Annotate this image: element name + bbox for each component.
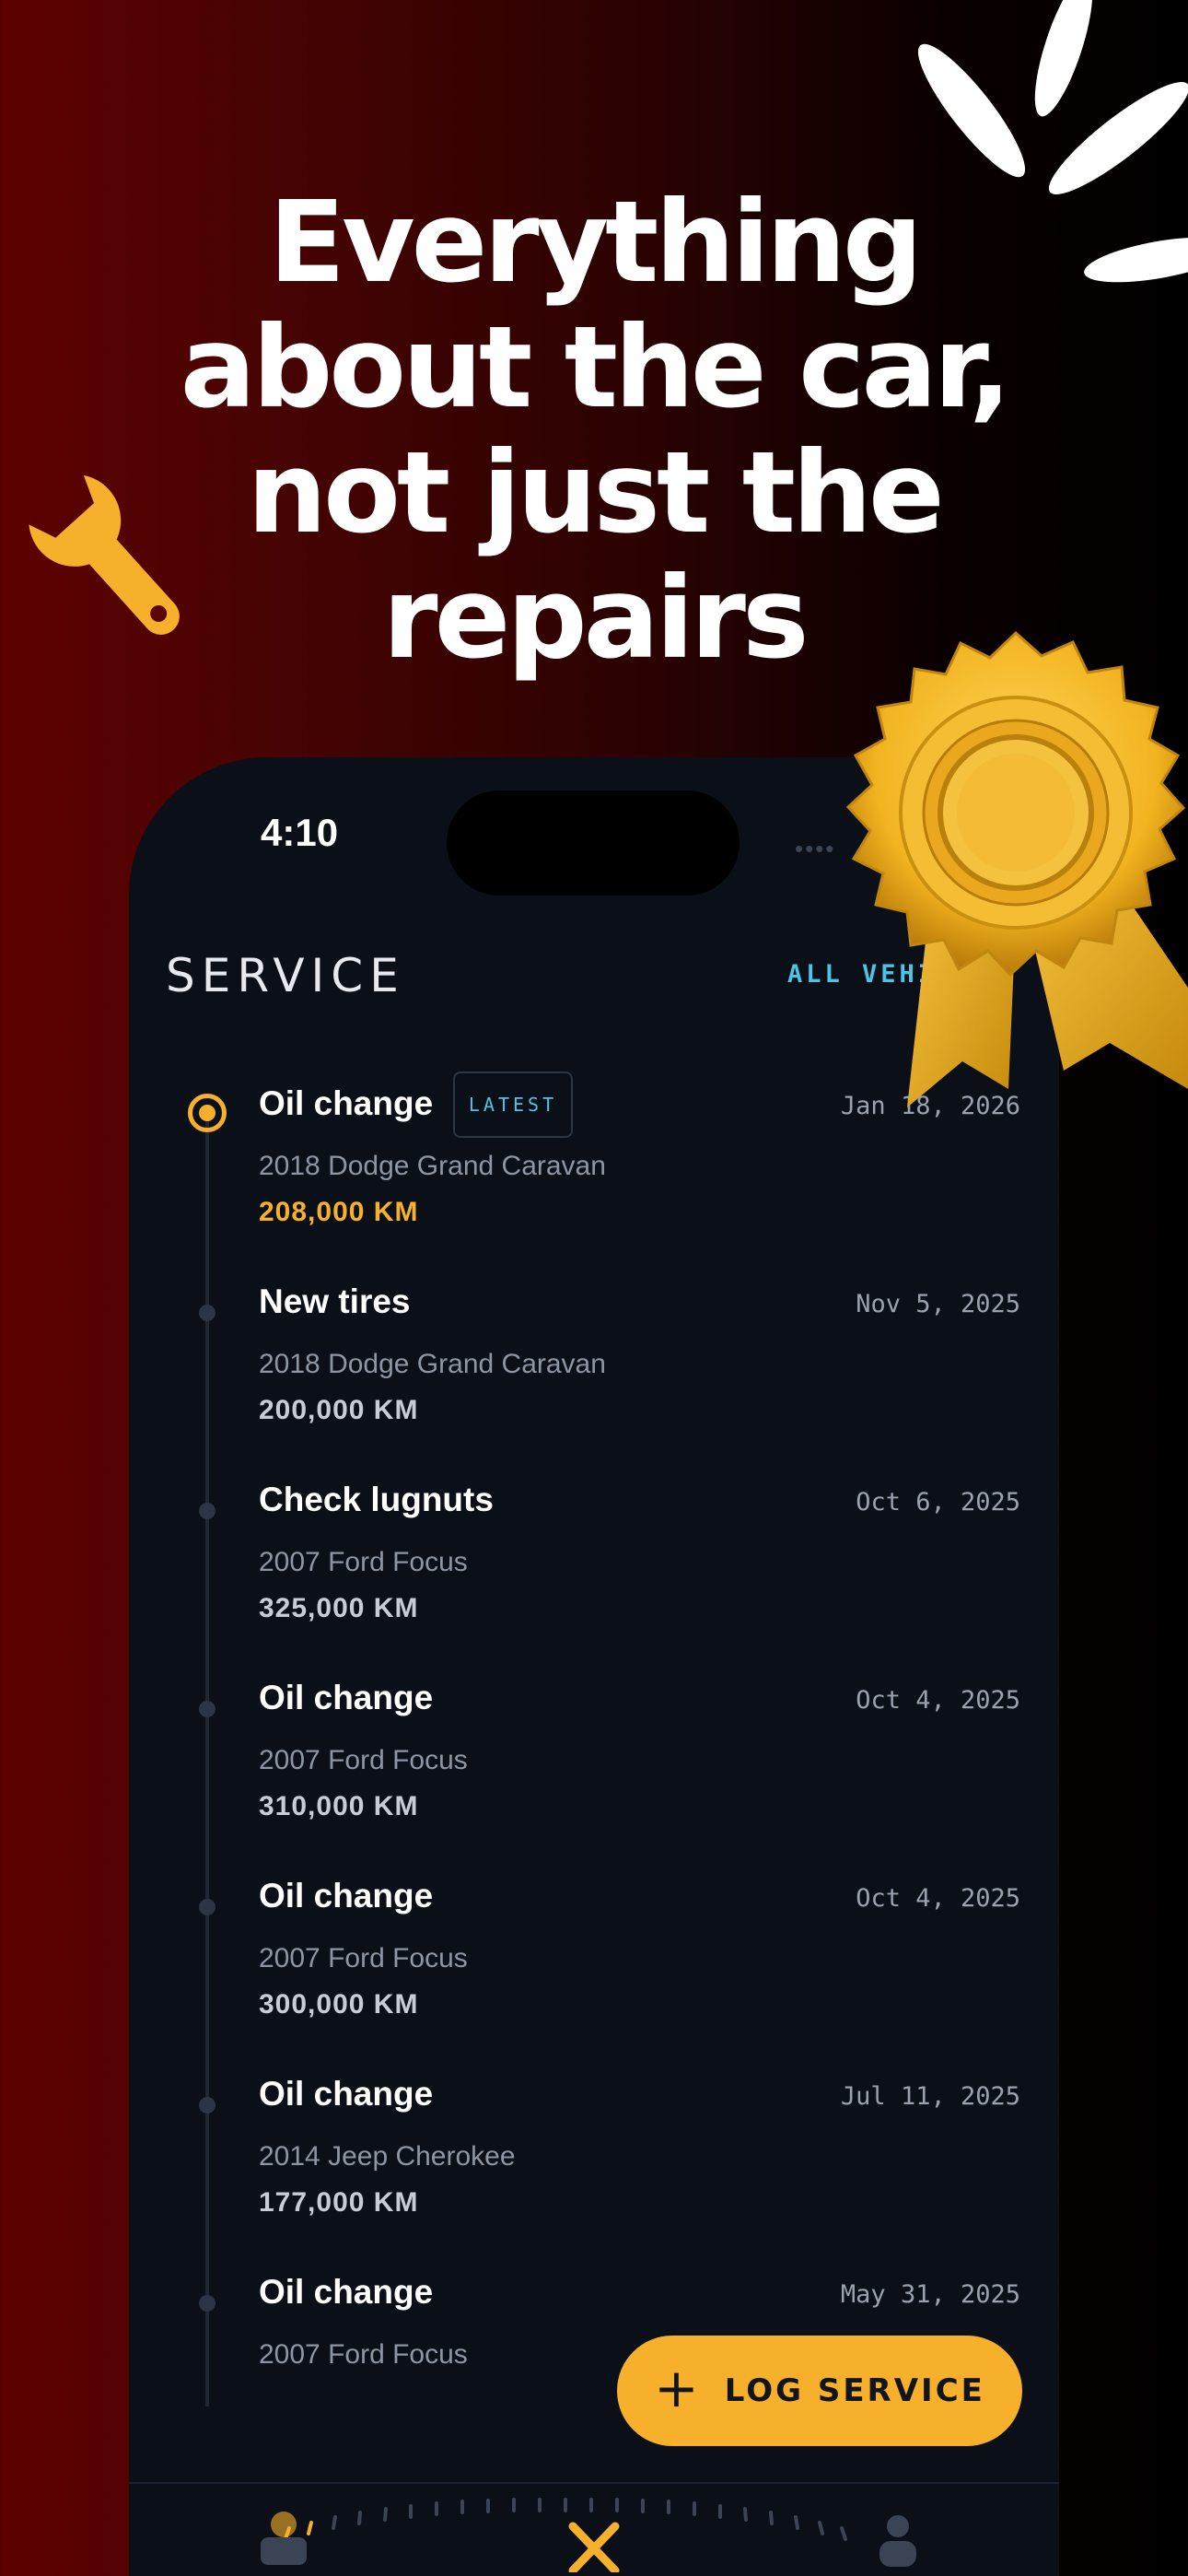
entry-title: Oil change	[259, 2273, 434, 2311]
log-service-button[interactable]: + LOG SERVICE	[617, 2336, 1022, 2446]
entry-date: Oct 6, 2025	[856, 1488, 1020, 1516]
entry-date: Nov 5, 2025	[856, 1290, 1020, 1318]
entry-date: May 31, 2025	[840, 2280, 1020, 2309]
entry-title: Oil change	[259, 1679, 434, 1716]
entry-vehicle: 2007 Ford Focus	[259, 2339, 468, 2370]
entry-vehicle: 2014 Jeep Cherokee	[259, 2141, 516, 2172]
page-title: SERVICE	[166, 949, 405, 1002]
timeline-dot	[199, 2097, 215, 2113]
signal-icon: ••••	[795, 835, 836, 862]
wrench-icon	[29, 474, 180, 635]
timeline-dot	[199, 1503, 215, 1519]
entry-mileage: 177,000 KM	[259, 2187, 419, 2218]
service-entry[interactable]: New tires 2018 Dodge Grand Caravan 200,0…	[129, 1282, 1059, 1476]
entry-title: New tires	[259, 1282, 411, 1320]
entry-mileage: 200,000 KM	[259, 1395, 419, 1425]
entry-vehicle: 2018 Dodge Grand Caravan	[259, 1349, 606, 1379]
timeline-dot	[199, 1305, 215, 1321]
service-entry[interactable]: Check lugnuts 2007 Ford Focus 325,000 KM…	[129, 1481, 1059, 1674]
entry-date: Jul 11, 2025	[840, 2082, 1020, 2111]
timeline-dot	[199, 2295, 215, 2312]
entry-vehicle: 2007 Ford Focus	[259, 1745, 468, 1775]
service-entry[interactable]: Oil change 2014 Jeep Cherokee 177,000 KM…	[129, 2075, 1059, 2268]
timeline-dot	[199, 1899, 215, 1915]
timeline-dot	[199, 1701, 215, 1717]
entry-date: Oct 4, 2025	[856, 1884, 1020, 1913]
entry-title: Oil change	[259, 2075, 434, 2113]
award-rosette-icon	[845, 630, 1188, 1107]
car-icon[interactable]	[256, 2512, 311, 2567]
entry-mileage: 310,000 KM	[259, 1791, 419, 1821]
tools-icon[interactable]	[562, 2517, 626, 2572]
latest-badge: LATEST	[453, 1071, 573, 1138]
entry-title: Check lugnuts	[259, 1481, 494, 1518]
log-service-label: LOG SERVICE	[724, 2372, 985, 2409]
status-time: 4:10	[261, 811, 339, 854]
tab-bar	[129, 2482, 1059, 2576]
service-entry[interactable]: Oil change 2007 Ford Focus 310,000 KM Oc…	[129, 1679, 1059, 1872]
headline-line-2: about the car,	[180, 302, 1012, 433]
entry-vehicle: 2007 Ford Focus	[259, 1943, 468, 1973]
service-entry[interactable]: Oil change 2007 Ford Focus 300,000 KM Oc…	[129, 1877, 1059, 2070]
entry-mileage: 208,000 KM	[259, 1197, 419, 1227]
sparkle-lines-icon	[917, 0, 1188, 283]
plus-icon: +	[654, 2357, 699, 2419]
entry-vehicle: 2018 Dodge Grand Caravan	[259, 1151, 606, 1181]
person-icon[interactable]	[875, 2512, 921, 2567]
entry-mileage: 325,000 KM	[259, 1593, 419, 1623]
timeline-dot-active	[188, 1094, 227, 1132]
entry-mileage: 300,000 KM	[259, 1989, 419, 2020]
entry-title: Oil change	[259, 1084, 434, 1122]
dynamic-island	[447, 790, 740, 896]
entry-date: Oct 4, 2025	[856, 1686, 1020, 1715]
entry-title: Oil change	[259, 1877, 434, 1914]
entry-vehicle: 2007 Ford Focus	[259, 1547, 468, 1577]
headline-line-3: not just the	[247, 427, 944, 558]
